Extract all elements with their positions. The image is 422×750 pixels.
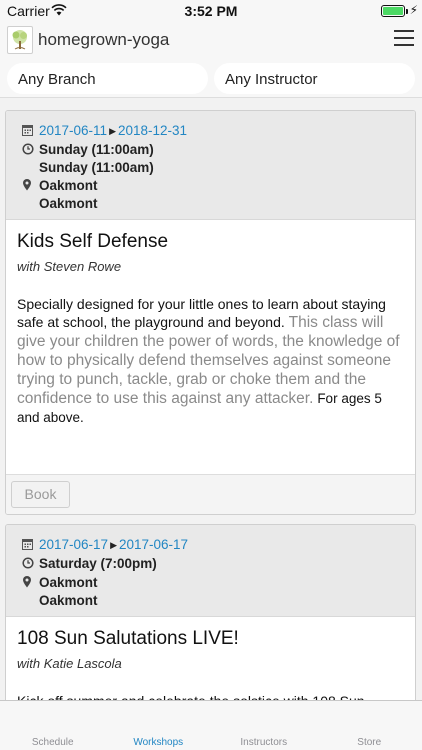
- hamburger-menu-icon[interactable]: [394, 30, 414, 46]
- app-header: homegrown-yoga: [0, 22, 422, 60]
- workshop-footer: Book: [6, 474, 415, 514]
- instructor-select[interactable]: Any Instructor: [214, 63, 415, 94]
- location-info: Oakmont Oakmont: [22, 574, 403, 610]
- tab-store[interactable]: Store: [317, 701, 422, 750]
- workshop-body: Kids Self Defense with Steven Rowe Speci…: [6, 220, 415, 427]
- status-bar: Carrier 3:52 PM ⚡︎: [0, 0, 422, 22]
- time-info: Sunday (11:00am) Sunday (11:00am): [22, 141, 403, 177]
- tab-instructors[interactable]: Instructors: [211, 701, 317, 750]
- charging-bolt-icon: ⚡︎: [409, 3, 418, 17]
- calendar-icon: [22, 536, 39, 555]
- workshop-title: Kids Self Defense: [17, 231, 169, 252]
- location-line: Oakmont: [39, 178, 98, 193]
- branch-select[interactable]: Any Branch: [7, 63, 208, 94]
- end-date-link[interactable]: 2018-12-31: [118, 123, 187, 138]
- workshop-card: 2017-06-17 ▶ 2017-06-17 Saturday (7:00pm) …: [5, 524, 416, 701]
- location-line: Oakmont: [39, 575, 98, 590]
- start-date-link[interactable]: 2017-06-17: [39, 537, 108, 552]
- tab-bar: Schedule Workshops Instructors Store: [0, 700, 422, 750]
- tab-schedule[interactable]: Schedule: [0, 701, 106, 750]
- workshop-list[interactable]: 2017-06-11 ▶ 2018-12-31 Sunday (11:00am) S…: [0, 100, 422, 701]
- location-info: Oakmont Oakmont: [22, 177, 403, 213]
- workshop-meta: 2017-06-17 ▶ 2017-06-17 Saturday (7:00pm) …: [6, 525, 415, 617]
- workshop-instructor: with Steven Rowe: [17, 259, 122, 274]
- time-info: Saturday (7:00pm): [22, 555, 403, 574]
- filter-bar: Any Branch Any Instructor: [0, 60, 422, 98]
- workshop-instructor: with Katie Lascola: [17, 656, 122, 671]
- map-pin-icon: [22, 574, 39, 593]
- location-line: Oakmont: [39, 593, 98, 608]
- caret-right-icon: ▶: [110, 540, 117, 550]
- date-range: 2017-06-17 ▶ 2017-06-17: [22, 536, 403, 555]
- workshop-title: 108 Sun Salutations LIVE!: [17, 628, 239, 649]
- calendar-icon: [22, 122, 39, 141]
- clock: 3:52 PM: [184, 3, 238, 19]
- workshop-card: 2017-06-11 ▶ 2018-12-31 Sunday (11:00am) S…: [5, 110, 416, 515]
- location-line: Oakmont: [39, 196, 98, 211]
- app-title: homegrown-yoga: [38, 30, 170, 49]
- start-date-link[interactable]: 2017-06-11: [39, 123, 107, 138]
- caret-right-icon: ▶: [109, 126, 116, 136]
- date-range: 2017-06-11 ▶ 2018-12-31: [22, 122, 403, 141]
- clock-icon: [22, 141, 39, 160]
- time-line: Sunday (11:00am): [39, 160, 154, 175]
- workshop-meta: 2017-06-11 ▶ 2018-12-31 Sunday (11:00am) S…: [6, 111, 415, 220]
- battery-icon: [381, 5, 405, 17]
- battery-tip: [406, 9, 408, 14]
- tree-logo-icon[interactable]: [7, 26, 33, 54]
- time-line: Saturday (7:00pm): [39, 556, 157, 571]
- map-pin-icon: [22, 177, 39, 196]
- workshop-description: Specially designed for your little ones …: [17, 295, 405, 427]
- tab-workshops[interactable]: Workshops: [106, 701, 212, 750]
- end-date-link[interactable]: 2017-06-17: [119, 537, 188, 552]
- workshop-body: 108 Sun Salutations LIVE! with Katie Las…: [6, 617, 415, 701]
- time-line: Sunday (11:00am): [39, 142, 154, 157]
- clock-icon: [22, 555, 39, 574]
- book-button[interactable]: Book: [11, 481, 70, 508]
